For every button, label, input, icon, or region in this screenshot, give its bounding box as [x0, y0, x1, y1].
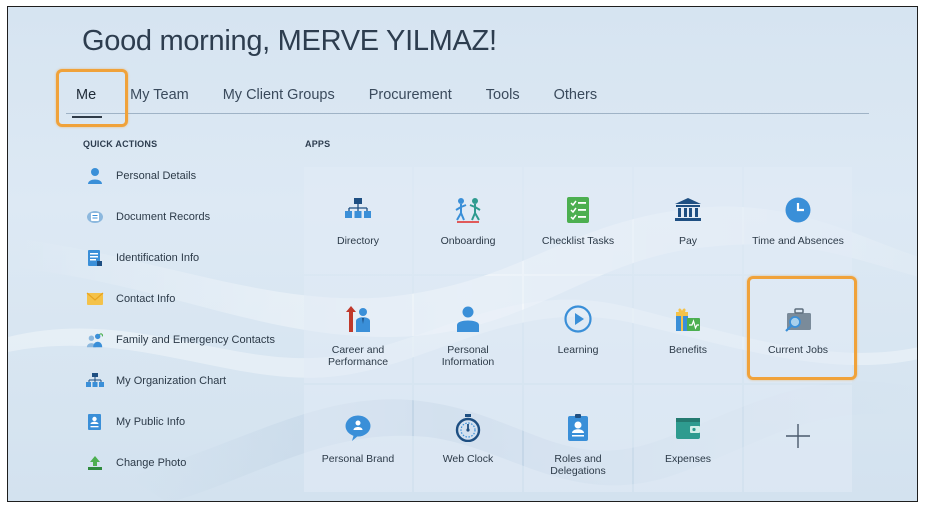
- gift-icon: [673, 304, 703, 334]
- tab-my-team[interactable]: My Team: [130, 87, 189, 113]
- app-tile-onboarding[interactable]: Onboarding: [414, 167, 522, 274]
- app-label: Career and Performance: [327, 344, 389, 368]
- app-tile-benefits[interactable]: Benefits: [634, 276, 742, 383]
- play-icon: [563, 304, 593, 334]
- main-tabs: Me My Team My Client Groups Procurement …: [71, 87, 631, 118]
- quick-action-label: Identification Info: [116, 252, 200, 264]
- app-label: Time and Absences: [752, 235, 844, 247]
- tab-others[interactable]: Others: [554, 87, 598, 113]
- quick-action-label: Family and Emergency Contacts: [116, 334, 275, 346]
- quick-action-contact-info[interactable]: Contact Info: [86, 288, 275, 310]
- apps-title: APPS: [305, 139, 331, 149]
- app-label: Personal Brand: [321, 453, 395, 465]
- app-tile-pay[interactable]: Pay: [634, 167, 742, 274]
- stopwatch-icon: [453, 413, 483, 443]
- directory-icon: [343, 195, 373, 225]
- quick-action-label: Personal Details: [116, 170, 197, 182]
- wallet-icon: [673, 413, 703, 443]
- quick-action-identification-info[interactable]: Identification Info: [86, 247, 275, 269]
- app-label: Pay: [678, 235, 698, 247]
- app-tile-web-clock[interactable]: Web Clock: [414, 385, 522, 492]
- greeting-heading: Good morning, MERVE YILMAZ!: [82, 25, 497, 57]
- person-icon: [453, 304, 483, 334]
- app-tile-directory[interactable]: Directory: [304, 167, 412, 274]
- id-card-icon: [86, 249, 104, 267]
- chat-bubble-icon: [343, 413, 373, 443]
- app-tile-roles-and-delegations[interactable]: Roles and Delegations: [524, 385, 632, 492]
- plus-icon: [784, 422, 812, 456]
- quick-action-family-contacts[interactable]: Family and Emergency Contacts: [86, 329, 275, 351]
- app-label: Directory: [336, 235, 379, 247]
- me-tab-highlight: [56, 69, 128, 127]
- quick-action-label: Document Records: [116, 211, 211, 223]
- quick-action-org-chart[interactable]: My Organization Chart: [86, 370, 275, 392]
- onboarding-icon: [453, 195, 483, 225]
- app-tile-expenses[interactable]: Expenses: [634, 385, 742, 492]
- app-tile-personal-information[interactable]: Personal Information: [414, 276, 522, 383]
- app-tile-personal-brand[interactable]: Personal Brand: [304, 385, 412, 492]
- clock-icon: [783, 195, 813, 225]
- tab-divider: [66, 113, 869, 114]
- quick-action-public-info[interactable]: My Public Info: [86, 411, 275, 433]
- quick-action-label: My Organization Chart: [116, 375, 227, 387]
- tab-my-client-groups[interactable]: My Client Groups: [223, 87, 335, 113]
- app-tile-checklist-tasks[interactable]: Checklist Tasks: [524, 167, 632, 274]
- org-chart-icon: [86, 372, 104, 390]
- app-label: Personal Information: [441, 344, 495, 368]
- quick-actions-title: QUICK ACTIONS: [83, 139, 158, 149]
- career-icon: [343, 304, 373, 334]
- bank-icon: [673, 195, 703, 225]
- app-tile-learning[interactable]: Learning: [524, 276, 632, 383]
- tab-procurement[interactable]: Procurement: [369, 87, 452, 113]
- family-icon: [86, 331, 104, 349]
- quick-action-label: My Public Info: [116, 416, 186, 428]
- app-label: Benefits: [669, 344, 707, 356]
- app-label: Onboarding: [440, 235, 496, 247]
- app-label: Web Clock: [442, 453, 494, 465]
- app-tile-add[interactable]: [744, 385, 852, 492]
- quick-action-personal-details[interactable]: Personal Details: [86, 165, 275, 187]
- checklist-icon: [563, 195, 593, 225]
- app-label: Checklist Tasks: [541, 235, 615, 247]
- quick-actions-list: Personal Details Document Records Identi…: [86, 168, 275, 474]
- tab-tools[interactable]: Tools: [486, 87, 520, 113]
- app-label: Learning: [557, 344, 599, 356]
- quick-action-document-records[interactable]: Document Records: [86, 206, 275, 228]
- person-icon: [86, 167, 104, 185]
- current-jobs-highlight: [747, 276, 857, 380]
- quick-action-change-photo[interactable]: Change Photo: [86, 452, 275, 474]
- app-label: Roles and Delegations: [550, 453, 606, 477]
- badge-icon: [563, 413, 593, 443]
- app-frame: Good morning, MERVE YILMAZ! Me My Team M…: [7, 6, 918, 502]
- public-info-icon: [86, 413, 104, 431]
- app-tile-time-and-absences[interactable]: Time and Absences: [744, 167, 852, 274]
- document-records-icon: [86, 208, 104, 226]
- upload-icon: [86, 454, 104, 472]
- app-label: Expenses: [664, 453, 712, 465]
- app-tile-career-and-performance[interactable]: Career and Performance: [304, 276, 412, 383]
- quick-action-label: Contact Info: [116, 293, 176, 305]
- quick-action-label: Change Photo: [116, 457, 187, 469]
- envelope-icon: [86, 290, 104, 308]
